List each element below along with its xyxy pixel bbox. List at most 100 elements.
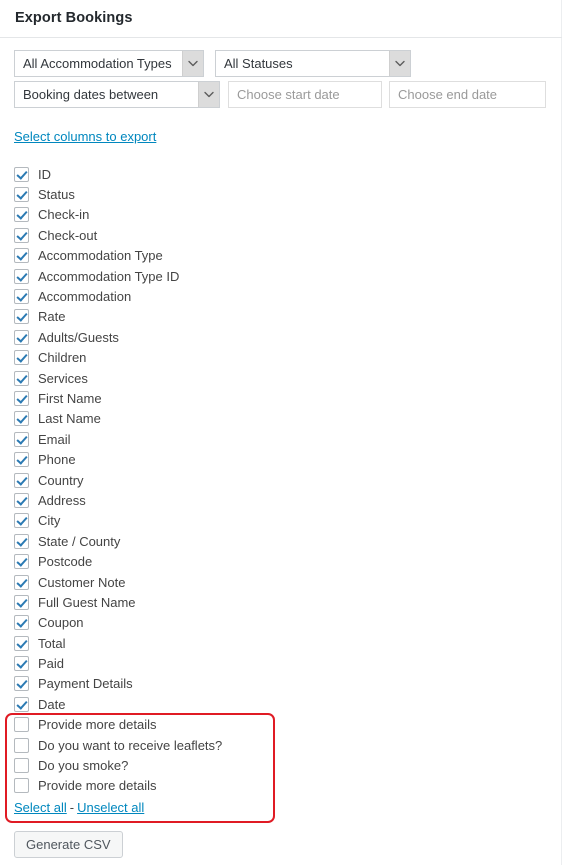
column-checkbox-row[interactable]: Services xyxy=(0,368,562,388)
checkbox-checked-icon[interactable] xyxy=(14,533,29,549)
checkbox-checked-icon[interactable] xyxy=(14,309,29,325)
checkbox-checked-icon[interactable] xyxy=(14,268,29,284)
accommodation-type-select[interactable]: All Accommodation Types xyxy=(14,50,204,77)
checkbox-checked-icon[interactable] xyxy=(14,513,29,529)
checkbox-checked-icon[interactable] xyxy=(14,656,29,672)
column-label: Full Guest Name xyxy=(38,594,136,610)
column-checkbox-row[interactable]: Do you want to receive leaflets? xyxy=(0,735,562,755)
column-checkbox-row[interactable]: Provide more details xyxy=(0,776,562,796)
start-date-input[interactable] xyxy=(228,81,382,108)
checkbox-checked-icon[interactable] xyxy=(14,227,29,243)
column-label: Check-in xyxy=(38,207,90,223)
column-label: Adults/Guests xyxy=(38,329,119,345)
select-all-link[interactable]: Select all xyxy=(14,800,67,815)
date-mode-select[interactable]: Booking dates between xyxy=(14,81,220,108)
checkbox-unchecked-icon[interactable] xyxy=(14,758,29,774)
column-checkbox-row[interactable]: Payment Details xyxy=(0,674,562,694)
page-title: Export Bookings xyxy=(15,10,133,26)
chevron-down-icon[interactable] xyxy=(198,82,219,107)
checkbox-checked-icon[interactable] xyxy=(14,350,29,366)
column-checkbox-row[interactable]: Adults/Guests xyxy=(0,327,562,347)
checkbox-checked-icon[interactable] xyxy=(14,472,29,488)
checkbox-checked-icon[interactable] xyxy=(14,452,29,468)
column-checkbox-row[interactable]: Country xyxy=(0,470,562,490)
column-checkbox-row[interactable]: Last Name xyxy=(0,409,562,429)
checkbox-checked-icon[interactable] xyxy=(14,696,29,712)
bulk-selection-links: Select all - Unselect all xyxy=(14,800,144,815)
column-label: Payment Details xyxy=(38,676,133,692)
unselect-all-link[interactable]: Unselect all xyxy=(77,800,144,815)
column-checkbox-row[interactable]: Do you smoke? xyxy=(0,755,562,775)
column-label: Customer Note xyxy=(38,574,126,590)
checkbox-checked-icon[interactable] xyxy=(14,411,29,427)
checkbox-checked-icon[interactable] xyxy=(14,574,29,590)
select-columns-to-export-link[interactable]: Select columns to export xyxy=(14,129,156,144)
column-checkbox-row[interactable]: Customer Note xyxy=(0,572,562,592)
column-label: Email xyxy=(38,431,71,447)
column-checkbox-row[interactable]: Email xyxy=(0,429,562,449)
checkbox-unchecked-icon[interactable] xyxy=(14,778,29,794)
checkbox-checked-icon[interactable] xyxy=(14,554,29,570)
checkbox-checked-icon[interactable] xyxy=(14,289,29,305)
column-label: Services xyxy=(38,370,88,386)
column-checkbox-row[interactable]: City xyxy=(0,511,562,531)
column-label: Phone xyxy=(38,452,76,468)
checkbox-checked-icon[interactable] xyxy=(14,207,29,223)
column-checkbox-row[interactable]: Paid xyxy=(0,653,562,673)
checkbox-checked-icon[interactable] xyxy=(14,390,29,406)
checkbox-checked-icon[interactable] xyxy=(14,492,29,508)
column-label: Do you want to receive leaflets? xyxy=(38,737,223,753)
column-checkbox-row[interactable]: Phone xyxy=(0,449,562,469)
column-checkbox-row[interactable]: Accommodation Type xyxy=(0,246,562,266)
column-checkbox-row[interactable]: Provide more details xyxy=(0,715,562,735)
checkbox-checked-icon[interactable] xyxy=(14,594,29,610)
export-columns-list: ID Status Check-in Check-out Accommodation T… xyxy=(0,164,562,796)
column-label: Date xyxy=(38,696,66,712)
column-checkbox-row[interactable]: Status xyxy=(0,184,562,204)
export-bookings-page: Export Bookings All Accommodation Types … xyxy=(0,0,562,865)
checkbox-checked-icon[interactable] xyxy=(14,329,29,345)
column-label: Total xyxy=(38,635,66,651)
column-checkbox-row[interactable]: First Name xyxy=(0,388,562,408)
checkbox-checked-icon[interactable] xyxy=(14,615,29,631)
column-checkbox-row[interactable]: Rate xyxy=(0,307,562,327)
accommodation-type-select-value: All Accommodation Types xyxy=(23,56,172,71)
checkbox-checked-icon[interactable] xyxy=(14,635,29,651)
checkbox-checked-icon[interactable] xyxy=(14,248,29,264)
column-checkbox-row[interactable]: Accommodation xyxy=(0,286,562,306)
checkbox-unchecked-icon[interactable] xyxy=(14,717,29,733)
column-checkbox-row[interactable]: Check-out xyxy=(0,225,562,245)
checkbox-checked-icon[interactable] xyxy=(14,370,29,386)
column-checkbox-row[interactable]: Address xyxy=(0,490,562,510)
column-label: Do you smoke? xyxy=(38,758,129,774)
chevron-down-icon[interactable] xyxy=(182,51,203,76)
column-label: Children xyxy=(38,350,87,366)
column-label: Provide more details xyxy=(38,717,157,733)
checkbox-checked-icon[interactable] xyxy=(14,676,29,692)
column-checkbox-row[interactable]: Date xyxy=(0,694,562,714)
column-checkbox-row[interactable]: Coupon xyxy=(0,613,562,633)
checkbox-unchecked-icon[interactable] xyxy=(14,737,29,753)
column-checkbox-row[interactable]: Postcode xyxy=(0,551,562,571)
checkbox-checked-icon[interactable] xyxy=(14,431,29,447)
header-divider xyxy=(0,37,562,38)
column-label: Country xyxy=(38,472,84,488)
chevron-down-icon[interactable] xyxy=(389,51,410,76)
generate-csv-button[interactable]: Generate CSV xyxy=(14,831,123,858)
column-checkbox-row[interactable]: Accommodation Type ID xyxy=(0,266,562,286)
column-label: Accommodation xyxy=(38,289,132,305)
column-label: Coupon xyxy=(38,615,84,631)
column-checkbox-row[interactable]: ID xyxy=(0,164,562,184)
checkbox-checked-icon[interactable] xyxy=(14,166,29,182)
checkbox-checked-icon[interactable] xyxy=(14,187,29,203)
end-date-input[interactable] xyxy=(389,81,546,108)
column-label: Accommodation Type xyxy=(38,248,163,264)
column-label: Check-out xyxy=(38,227,98,243)
column-label: Paid xyxy=(38,656,65,672)
column-checkbox-row[interactable]: Check-in xyxy=(0,205,562,225)
column-checkbox-row[interactable]: Total xyxy=(0,633,562,653)
column-checkbox-row[interactable]: Children xyxy=(0,348,562,368)
column-checkbox-row[interactable]: Full Guest Name xyxy=(0,592,562,612)
status-select[interactable]: All Statuses xyxy=(215,50,411,77)
column-checkbox-row[interactable]: State / County xyxy=(0,531,562,551)
